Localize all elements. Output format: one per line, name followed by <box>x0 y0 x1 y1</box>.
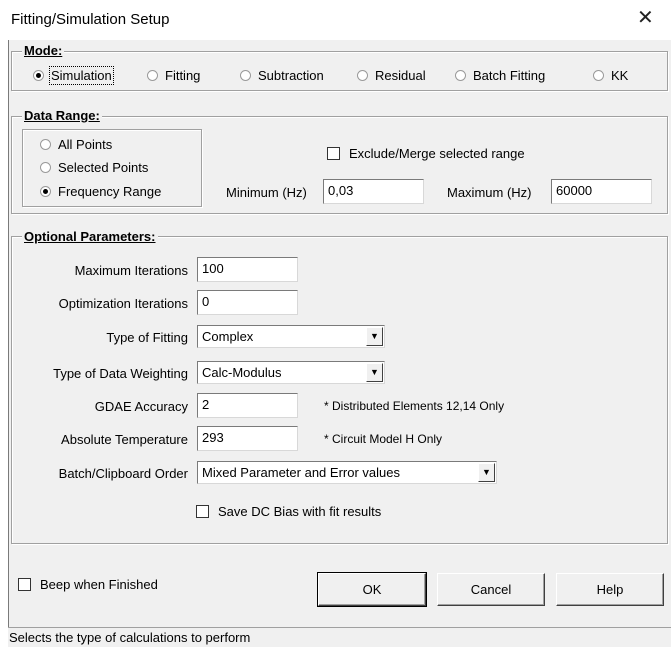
radio-circle-icon <box>240 70 251 81</box>
gdae-accuracy-input[interactable]: 2 <box>197 393 298 418</box>
minimum-hz-input[interactable]: 0,03 <box>323 179 424 204</box>
radio-circle-icon <box>593 70 604 81</box>
mode-radio-fitting[interactable]: Fitting <box>147 68 200 83</box>
ok-button[interactable]: OK <box>317 572 427 607</box>
mode-radio-residual[interactable]: Residual <box>357 68 426 83</box>
batch-order-dropdown[interactable]: Mixed Parameter and Error values ▼ <box>197 461 497 484</box>
cancel-button[interactable]: Cancel <box>437 573 545 606</box>
temperature-note: * Circuit Model H Only <box>324 432 443 446</box>
range-radio-selected-points[interactable]: Selected Points <box>40 160 148 175</box>
data-weighting-dropdown[interactable]: Calc-Modulus ▼ <box>197 361 385 384</box>
radio-dot-icon <box>40 186 51 197</box>
gdae-note: * Distributed Elements 12,14 Only <box>324 399 505 413</box>
radio-circle-icon <box>40 139 51 150</box>
radio-dot-icon <box>33 70 44 81</box>
minimum-hz-label: Minimum (Hz) <box>226 185 307 200</box>
radio-circle-icon <box>455 70 466 81</box>
chevron-down-icon[interactable]: ▼ <box>366 327 383 346</box>
help-button[interactable]: Help <box>556 573 664 606</box>
fitting-type-label: Type of Fitting <box>106 330 188 345</box>
chevron-down-icon[interactable]: ▼ <box>366 363 383 382</box>
checkbox-icon <box>327 147 340 160</box>
range-radio-all-points[interactable]: All Points <box>40 137 112 152</box>
save-dc-bias-checkbox[interactable]: Save DC Bias with fit results <box>196 504 381 519</box>
window-left-border <box>8 40 9 646</box>
gdae-accuracy-label: GDAE Accuracy <box>94 399 188 414</box>
batch-order-label: Batch/Clipboard Order <box>58 466 188 481</box>
absolute-temperature-label: Absolute Temperature <box>61 432 188 447</box>
max-iterations-input[interactable]: 100 <box>197 257 298 282</box>
radio-circle-icon <box>357 70 368 81</box>
data-range-group-title: Data Range: <box>22 108 102 123</box>
optimization-iterations-label: Optimization Iterations <box>58 296 188 311</box>
fitting-type-dropdown[interactable]: Complex ▼ <box>197 325 385 348</box>
status-bar: Selects the type of calculations to perf… <box>8 627 671 647</box>
mode-radio-subtraction[interactable]: Subtraction <box>240 68 324 83</box>
data-weighting-label: Type of Data Weighting <box>53 366 188 381</box>
mode-radio-batch-fitting[interactable]: Batch Fitting <box>455 68 545 83</box>
optional-parameters-group <box>11 236 668 544</box>
mode-radio-simulation[interactable]: Simulation <box>33 66 114 85</box>
checkbox-icon <box>18 578 31 591</box>
range-radio-frequency-range[interactable]: Frequency Range <box>40 184 161 199</box>
radio-circle-icon <box>40 162 51 173</box>
checkbox-icon <box>196 505 209 518</box>
radio-circle-icon <box>147 70 158 81</box>
max-iterations-label: Maximum Iterations <box>74 263 188 278</box>
mode-radio-kk[interactable]: KK <box>593 68 628 83</box>
mode-group-title: Mode: <box>22 43 65 58</box>
close-icon[interactable]: ✕ <box>637 8 654 28</box>
optimization-iterations-input[interactable]: 0 <box>197 290 298 315</box>
window-title: Fitting/Simulation Setup <box>11 11 170 28</box>
absolute-temperature-input[interactable]: 293 <box>197 426 298 451</box>
status-text: Selects the type of calculations to perf… <box>9 630 251 645</box>
title-bar: Fitting/Simulation Setup ✕ <box>0 0 671 40</box>
beep-when-finished-checkbox[interactable]: Beep when Finished <box>18 577 158 592</box>
maximum-hz-label: Maximum (Hz) <box>447 185 532 200</box>
maximum-hz-input[interactable]: 60000 <box>551 179 652 204</box>
chevron-down-icon[interactable]: ▼ <box>478 463 495 482</box>
exclude-merge-checkbox[interactable]: Exclude/Merge selected range <box>327 146 525 161</box>
optional-parameters-title: Optional Parameters: <box>22 229 158 244</box>
